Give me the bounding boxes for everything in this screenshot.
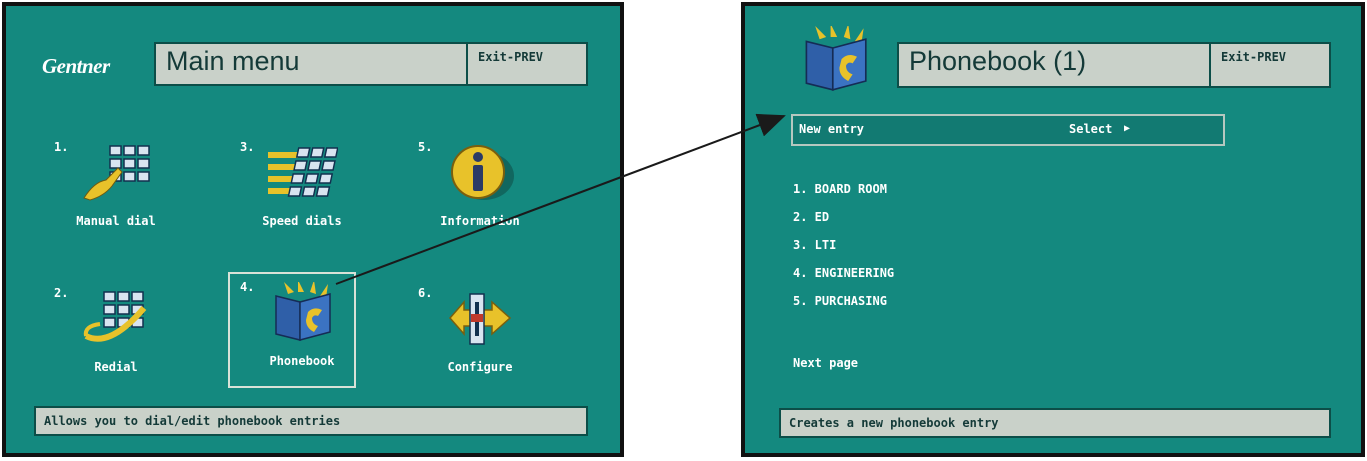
phonebook-entry[interactable]: 1. BOARD ROOM bbox=[793, 182, 887, 196]
status-bar: Allows you to dial/edit phonebook entrie… bbox=[34, 406, 588, 436]
tile-label: Phonebook bbox=[269, 354, 335, 368]
tile-label: Information bbox=[440, 214, 520, 228]
status-bar: Creates a new phonebook entry bbox=[779, 408, 1331, 438]
tile-number: 1. bbox=[54, 140, 69, 154]
tile-number: 3. bbox=[240, 140, 255, 154]
chevron-right-icon: ▶ bbox=[1124, 123, 1131, 134]
page-title: Main menu bbox=[166, 46, 300, 76]
exit-prev-button[interactable]: Exit-PREV bbox=[466, 44, 586, 84]
tile-label: Speed dials bbox=[262, 214, 342, 228]
main-menu-title-bar: Main menu Exit-PREV bbox=[154, 42, 588, 86]
phonebook-entry[interactable]: 2. ED bbox=[793, 210, 829, 224]
next-page-link[interactable]: Next page bbox=[793, 356, 858, 370]
tile-number: 2. bbox=[54, 286, 69, 300]
phonebook-screen: Phonebook (1) Exit-PREV New entry Select… bbox=[741, 2, 1365, 457]
menu-tile-phonebook[interactable]: 4. Phonebook bbox=[228, 272, 372, 388]
configure-icon bbox=[449, 293, 512, 345]
phonebook-icon bbox=[275, 282, 331, 341]
tile-number: 5. bbox=[418, 140, 433, 154]
phonebook-title-bar: Phonebook (1) Exit-PREV bbox=[897, 42, 1331, 88]
exit-prev-button[interactable]: Exit-PREV bbox=[1209, 44, 1329, 86]
tile-label: Redial bbox=[94, 360, 138, 374]
info-icon bbox=[451, 145, 514, 200]
new-entry-label: New entry bbox=[799, 122, 865, 136]
gentner-logo: Gentner bbox=[42, 54, 110, 78]
tile-number: 4. bbox=[240, 280, 255, 294]
menu-tile-information[interactable]: 5. Information bbox=[410, 138, 550, 248]
menu-tile-manual-dial[interactable]: 1. Manual dial bbox=[46, 138, 186, 248]
new-entry-row[interactable]: New entry Select ▶ bbox=[791, 114, 1225, 146]
menu-tile-redial[interactable]: 2. Redial bbox=[46, 284, 186, 394]
phonebook-entry[interactable]: 4. ENGINEERING bbox=[793, 266, 894, 280]
page-title: Phonebook (1) bbox=[909, 46, 1087, 76]
phonebook-entry[interactable]: 3. LTI bbox=[793, 238, 836, 252]
tile-number: 6. bbox=[418, 286, 433, 300]
speed-keypad-icon bbox=[268, 147, 338, 197]
redial-icon bbox=[83, 291, 147, 342]
tile-label: Manual dial bbox=[76, 214, 156, 228]
phonebook-entry[interactable]: 5. PURCHASING bbox=[793, 294, 887, 308]
tile-label: Configure bbox=[447, 360, 513, 374]
select-action[interactable]: Select bbox=[1069, 122, 1112, 136]
menu-tile-speed-dials[interactable]: 3. Speed dials bbox=[232, 138, 372, 248]
keypad-hand-icon bbox=[83, 145, 150, 201]
phonebook-icon bbox=[805, 26, 867, 91]
menu-tile-configure[interactable]: 6. Configure bbox=[410, 284, 550, 394]
main-menu-screen: Gentner Main menu Exit-PREV 1. Manual di… bbox=[2, 2, 624, 457]
